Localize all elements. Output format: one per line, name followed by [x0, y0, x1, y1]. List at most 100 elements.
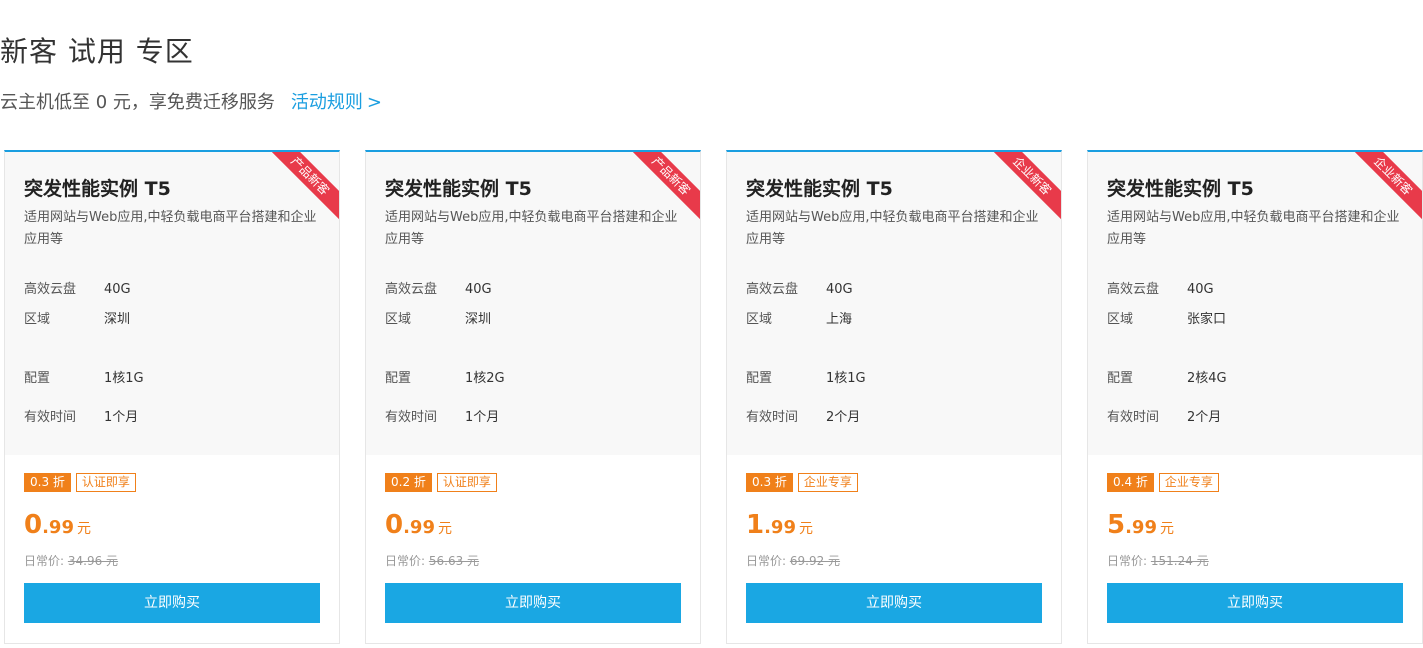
spec-region: 区域 深圳: [24, 308, 130, 327]
spec-label: 配置: [746, 371, 773, 386]
product-name: 突发性能实例 T5: [746, 178, 893, 200]
spec-region: 区域 上海: [746, 308, 852, 327]
product-description: 适用网站与Web应用,中轻负载电商平台搭建和企业应用等: [746, 210, 1039, 247]
discount-badge: 0.3 折: [24, 473, 71, 492]
tag-row: 0.3 折企业专享: [746, 473, 863, 492]
price-decimal: .99: [42, 517, 74, 538]
spec-label: 区域: [24, 312, 51, 327]
product-card: 企业新客 突发性能实例 T5 适用网站与Web应用,中轻负载电商平台搭建和企业应…: [1087, 150, 1423, 644]
original-price: 日常价: 69.92 元: [746, 552, 840, 569]
spec-value: 上海: [826, 312, 853, 327]
original-price-label: 日常价:: [24, 554, 65, 568]
spec-value: 2核4G: [1187, 371, 1227, 386]
spec-label: 有效时间: [385, 410, 438, 425]
eligibility-badge: 认证即享: [436, 473, 497, 492]
tag-row: 0.2 折认证即享: [385, 473, 502, 492]
spec-label: 配置: [1107, 371, 1134, 386]
spec-config: 配置 2核4G: [1107, 367, 1227, 386]
original-price-value: 69.92 元: [789, 554, 841, 568]
price: 0.99 元: [385, 510, 452, 540]
original-price-label: 日常价:: [746, 554, 787, 568]
discount-badge: 0.2 折: [385, 473, 432, 492]
spec-label: 有效时间: [24, 410, 77, 425]
subtitle-text: 云主机低至 0 元，享免费迁移服务: [0, 92, 275, 113]
original-price-label: 日常价:: [1107, 554, 1148, 568]
product-description: 适用网站与Web应用,中轻负载电商平台搭建和企业应用等: [24, 210, 317, 247]
eligibility-badge: 企业专享: [797, 473, 858, 492]
buy-now-button[interactable]: 立即购买: [24, 583, 320, 623]
spec-label: 区域: [746, 312, 773, 327]
spec-value: 1核1G: [826, 371, 866, 386]
original-price-value: 151.24 元: [1150, 554, 1209, 568]
product-description: 适用网站与Web应用,中轻负载电商平台搭建和企业应用等: [385, 210, 678, 247]
original-price-label: 日常价:: [385, 554, 426, 568]
discount-badge: 0.4 折: [1107, 473, 1154, 492]
spec-label: 有效时间: [746, 410, 799, 425]
original-price-value: 56.63 元: [428, 554, 480, 568]
buy-now-button[interactable]: 立即购买: [746, 583, 1042, 623]
chevron-right-icon: >: [366, 92, 382, 113]
activity-rules-link[interactable]: 活动规则 >: [291, 92, 382, 113]
original-price: 日常价: 56.63 元: [385, 552, 479, 569]
buy-now-button[interactable]: 立即购买: [385, 583, 681, 623]
spec-value: 1核1G: [104, 371, 144, 386]
spec-value: 1个月: [465, 410, 500, 425]
spec-period: 有效时间 1个月: [24, 406, 138, 425]
spec-value: 2个月: [826, 410, 861, 425]
eligibility-badge: 认证即享: [75, 473, 136, 492]
price-decimal: .99: [1125, 517, 1157, 538]
product-card: 产品新客 突发性能实例 T5 适用网站与Web应用,中轻负载电商平台搭建和企业应…: [365, 150, 701, 644]
price-integer: 1: [746, 510, 765, 540]
spec-value: 深圳: [104, 312, 131, 327]
spec-value: 40G: [104, 282, 131, 297]
product-name: 突发性能实例 T5: [385, 178, 532, 200]
price-integer: 0: [385, 510, 404, 540]
price-unit: 元: [1159, 521, 1174, 537]
spec-label: 配置: [385, 371, 412, 386]
spec-value: 40G: [826, 282, 853, 297]
tag-row: 0.4 折企业专享: [1107, 473, 1224, 492]
discount-badge: 0.3 折: [746, 473, 793, 492]
original-price: 日常价: 151.24 元: [1107, 552, 1209, 569]
spec-config: 配置 1核1G: [746, 367, 866, 386]
spec-label: 有效时间: [1107, 410, 1160, 425]
eligibility-badge: 企业专享: [1158, 473, 1219, 492]
activity-rules-label: 活动规则: [290, 92, 363, 113]
price-decimal: .99: [764, 517, 796, 538]
price-integer: 5: [1107, 510, 1126, 540]
original-price-value: 34.96 元: [67, 554, 119, 568]
spec-config: 配置 1核1G: [24, 367, 144, 386]
tag-row: 0.3 折认证即享: [24, 473, 141, 492]
spec-label: 区域: [1107, 312, 1134, 327]
price: 0.99 元: [24, 510, 91, 540]
product-description: 适用网站与Web应用,中轻负载电商平台搭建和企业应用等: [1107, 210, 1400, 247]
spec-period: 有效时间 1个月: [385, 406, 499, 425]
spec-value: 40G: [1187, 282, 1214, 297]
spec-label: 高效云盘: [385, 282, 438, 297]
spec-value: 40G: [465, 282, 492, 297]
product-card: 企业新客 突发性能实例 T5 适用网站与Web应用,中轻负载电商平台搭建和企业应…: [726, 150, 1062, 644]
spec-label: 配置: [24, 371, 51, 386]
price-unit: 元: [76, 521, 91, 537]
spec-label: 高效云盘: [746, 282, 799, 297]
spec-region: 区域 张家口: [1107, 308, 1226, 327]
spec-config: 配置 1核2G: [385, 367, 505, 386]
spec-disk: 高效云盘 40G: [385, 278, 492, 297]
spec-disk: 高效云盘 40G: [746, 278, 853, 297]
price-decimal: .99: [403, 517, 435, 538]
spec-value: 1核2G: [465, 371, 505, 386]
buy-now-button[interactable]: 立即购买: [1107, 583, 1403, 623]
price-integer: 0: [24, 510, 43, 540]
spec-value: 1个月: [104, 410, 139, 425]
spec-label: 高效云盘: [24, 282, 77, 297]
price: 1.99 元: [746, 510, 813, 540]
spec-value: 深圳: [465, 312, 492, 327]
price: 5.99 元: [1107, 510, 1174, 540]
spec-value: 张家口: [1187, 312, 1227, 327]
product-name: 突发性能实例 T5: [1107, 178, 1254, 200]
original-price: 日常价: 34.96 元: [24, 552, 118, 569]
price-unit: 元: [437, 521, 452, 537]
spec-value: 2个月: [1187, 410, 1222, 425]
page-subtitle: 云主机低至 0 元，享免费迁移服务 活动规则 >: [0, 88, 1423, 114]
product-card: 产品新客 突发性能实例 T5 适用网站与Web应用,中轻负载电商平台搭建和企业应…: [4, 150, 340, 644]
